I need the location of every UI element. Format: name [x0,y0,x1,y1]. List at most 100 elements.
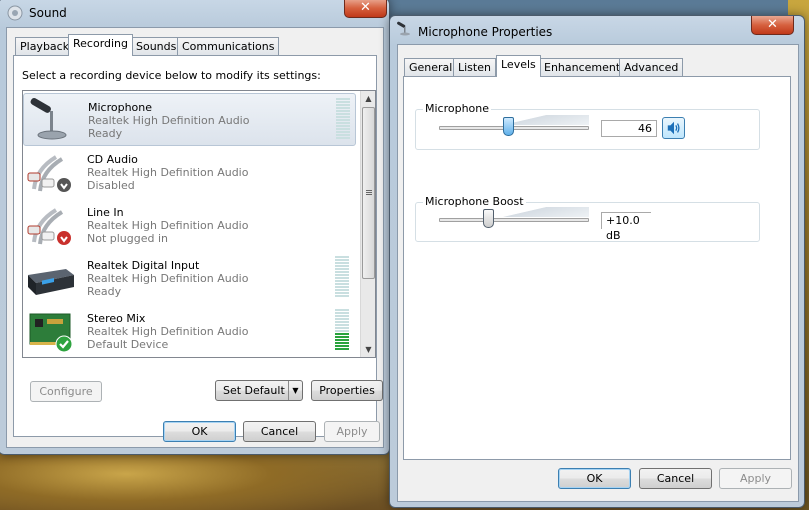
microphone-boost-group: Microphone Boost +10.0 dB [415,195,760,242]
list-item-digital-input[interactable]: Realtek Digital Input Realtek High Defin… [23,252,356,305]
tab-enhancements[interactable]: Enhancements [539,58,631,77]
disabled-badge-icon [57,178,71,192]
levels-panel: Microphone 46 Microphone Boost +10.0 dB [403,76,791,460]
device-status: Default Device [87,338,169,351]
close-button[interactable]: ✕ [751,16,794,35]
meter-bar [335,348,349,350]
boost-value-text: +10.0 dB [606,214,640,242]
meter-bar [335,259,349,261]
microphone-icon [30,97,67,140]
cancel-button[interactable]: Cancel [639,468,712,489]
sound-titlebar[interactable]: Sound ✕ [0,0,389,27]
meter-bar [335,327,349,329]
meter-bar [335,274,349,276]
meter-bar [336,125,350,127]
meter-bar [336,107,350,109]
meter-bar [335,342,349,344]
ok-button[interactable]: OK [558,468,631,489]
digital-input-device-icon [28,269,74,295]
device-status: Not plugged in [87,232,169,245]
device-driver: Realtek High Definition Audio [88,114,250,127]
apply-button[interactable]: Apply [324,421,380,442]
configure-button[interactable]: Configure [30,381,102,402]
device-name: Line In [87,206,124,219]
unplugged-badge-icon [57,231,71,245]
list-item-stereo-mix[interactable]: Stereo Mix Realtek High Definition Audio… [23,305,356,358]
tab-levels[interactable]: Levels [496,55,541,77]
meter-bar [335,315,349,317]
meter-bar [335,312,349,314]
meter-bar [335,345,349,347]
set-default-label: Set Default [223,384,285,397]
boost-slider-track[interactable] [439,218,589,222]
device-driver: Realtek High Definition Audio [87,219,249,232]
device-name: Realtek Digital Input [87,259,200,272]
tab-advanced[interactable]: Advanced [619,58,684,77]
device-name: Stereo Mix [87,312,146,325]
ok-button[interactable]: OK [163,421,236,442]
tab-sounds[interactable]: Sounds [131,37,182,56]
meter-bar [335,283,349,285]
section-divider [416,187,772,188]
scroll-up-arrow-icon[interactable]: ▲ [361,91,376,106]
microphone-level-group: Microphone 46 [415,102,760,150]
mute-speaker-button[interactable] [662,117,685,139]
scroll-down-arrow-icon[interactable]: ▼ [361,342,376,357]
list-item-line-in[interactable]: Line In Realtek High Definition Audio No… [23,199,356,252]
window-title: Microphone Properties [418,25,553,39]
meter-bar [335,271,349,273]
meter-bar [335,268,349,270]
close-button[interactable]: ✕ [344,0,387,18]
meter-bar [336,122,350,124]
device-driver: Realtek High Definition Audio [87,272,249,285]
apply-button[interactable]: Apply [719,468,792,489]
meter-bar [336,134,350,136]
meter-bar [335,336,349,338]
level-meter [335,309,349,351]
meter-bar [336,110,350,112]
scroll-thumb[interactable] [362,107,375,279]
speaker-icon [667,121,680,135]
meter-bar [335,292,349,294]
meter-bar [335,277,349,279]
microphone-level-number: 46 [638,122,652,135]
microphone-slider-track[interactable] [439,126,589,130]
mic-titlebar[interactable]: Microphone Properties ✕ [390,16,804,44]
boost-slider-thumb[interactable] [483,209,494,228]
microphone-level-label: Microphone [423,102,492,115]
device-status: Ready [88,127,123,140]
device-name: Microphone [88,101,153,114]
microphone-slider-ticks [439,115,589,125]
device-status: Disabled [87,179,135,192]
meter-bar [336,113,350,115]
mic-client-area: General Listen Levels Enhancements Advan… [397,44,799,502]
tab-listen[interactable]: Listen [453,58,496,77]
level-meter [336,98,350,140]
meter-bar [336,137,350,139]
device-list[interactable]: Microphone Realtek High Definition Audio… [22,90,376,358]
tab-general[interactable]: General [404,58,458,77]
boost-slider-ticks [439,207,589,217]
cd-audio-cable-icon [27,155,71,192]
list-item-microphone[interactable]: Microphone Realtek High Definition Audio… [23,93,356,146]
microphone-slider-thumb[interactable] [502,117,514,136]
meter-bar [335,295,349,297]
properties-button[interactable]: Properties [311,380,383,401]
meter-bar [335,333,349,335]
cancel-button[interactable]: Cancel [243,421,316,442]
meter-bar [335,321,349,323]
set-default-button[interactable]: Set Default ▼ [215,380,303,401]
instruction-text: Select a recording device below to modif… [22,69,321,82]
meter-bar [335,309,349,311]
tab-recording[interactable]: Recording [68,34,134,56]
list-item-cd-audio[interactable]: CD Audio Realtek High Definition Audio D… [23,146,356,199]
device-list-scrollbar[interactable]: ▲ ▼ [360,91,375,357]
meter-bar [335,339,349,341]
microphone-level-value[interactable]: 46 [601,120,657,137]
window-title: Sound [29,6,67,20]
set-default-dropdown-icon[interactable]: ▼ [288,381,302,400]
meter-bar [336,101,350,103]
tab-communications[interactable]: Communications [177,37,280,56]
boost-value: +10.0 dB [601,212,651,242]
tab-playback[interactable]: Playback [15,37,75,56]
